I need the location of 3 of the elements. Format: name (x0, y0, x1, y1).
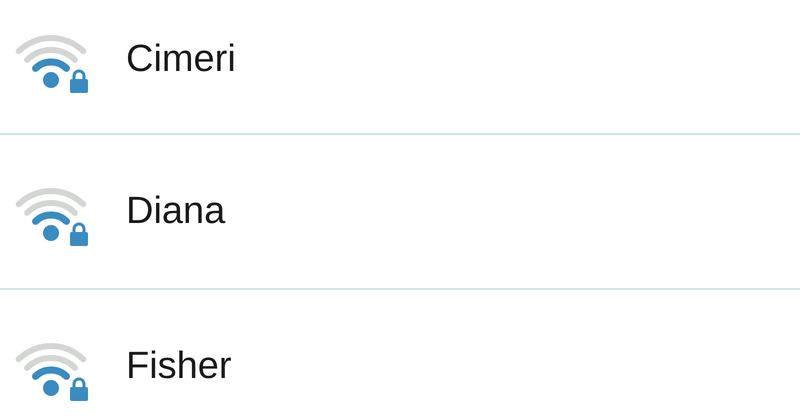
network-name[interactable]: Diana (126, 190, 226, 233)
network-name[interactable]: Cimeri (126, 38, 236, 80)
network-name[interactable]: Fisher (126, 345, 232, 388)
